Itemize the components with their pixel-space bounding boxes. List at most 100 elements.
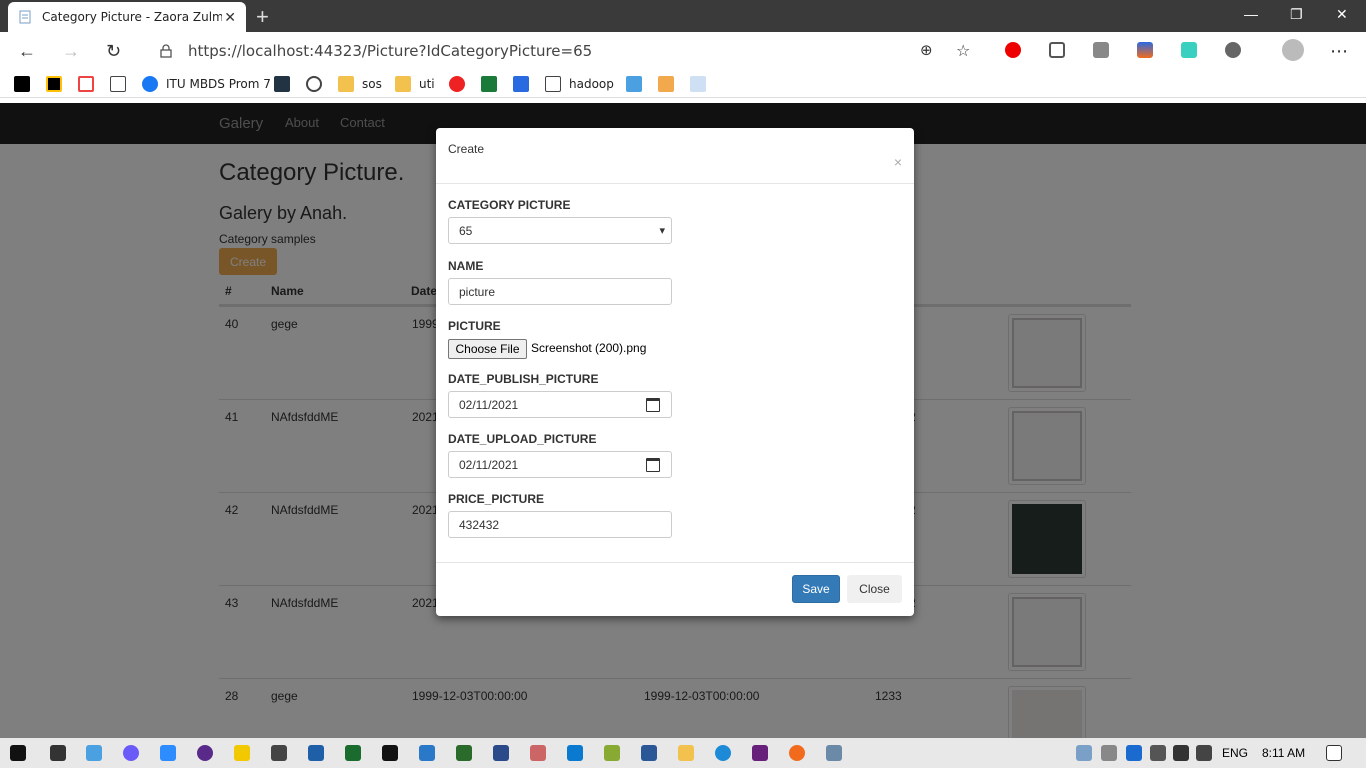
modal-title: Create <box>448 142 485 156</box>
windows-start-icon[interactable] <box>10 745 26 761</box>
name-input[interactable]: picture <box>448 278 672 305</box>
calendar-icon[interactable] <box>646 458 660 472</box>
file-explorer-icon[interactable] <box>678 745 694 761</box>
taskbar-app-icon[interactable] <box>789 745 805 761</box>
tab-close-icon[interactable]: ✕ <box>224 9 236 26</box>
category-picture-label: CATEGORY PICTURE <box>448 198 571 212</box>
taskbar-app-icon[interactable] <box>234 745 250 761</box>
modal-footer-divider <box>436 562 914 563</box>
extension-icon[interactable] <box>1049 42 1065 58</box>
taskbar-app-icon[interactable] <box>345 745 361 761</box>
bookmark-doc[interactable] <box>690 76 714 92</box>
price-value: 432432 <box>459 517 500 532</box>
category-picture-select[interactable]: 65 ▾ <box>448 217 672 244</box>
date-upload-input[interactable]: 02/11/2021 <box>448 451 672 478</box>
bookmark-hadoop[interactable]: hadoop <box>545 76 614 92</box>
bookmark-dev[interactable] <box>14 76 38 92</box>
language-indicator[interactable]: ENG <box>1222 746 1248 760</box>
menu-icon[interactable]: ⋯ <box>1330 41 1348 62</box>
volume-icon[interactable] <box>1196 745 1212 761</box>
save-button[interactable]: Save <box>792 575 840 603</box>
restore-icon[interactable]: ❐ <box>1290 6 1303 23</box>
calendar-icon[interactable] <box>646 398 660 412</box>
messenger-icon[interactable] <box>123 745 139 761</box>
price-input[interactable]: 432432 <box>448 511 672 538</box>
battery-icon[interactable] <box>1173 745 1189 761</box>
bookmark-t[interactable] <box>626 76 650 92</box>
window-close-icon[interactable]: ✕ <box>1336 6 1348 23</box>
calculator-icon[interactable] <box>271 745 287 761</box>
bookmark-b[interactable] <box>449 76 473 92</box>
date-publish-value: 02/11/2021 <box>459 397 519 412</box>
bookmark-sos[interactable]: sos <box>338 76 382 92</box>
new-tab-icon[interactable]: + <box>256 4 269 30</box>
taskbar-app-icon[interactable] <box>50 745 66 761</box>
taskbar-app-icon[interactable] <box>530 745 546 761</box>
browser-tab[interactable]: Category Picture - Zaora Zulmiar ✕ <box>8 2 246 32</box>
extension-icon[interactable] <box>1005 42 1021 58</box>
taskbar-app-icon[interactable] <box>826 745 842 761</box>
favorite-icon[interactable]: ☆ <box>956 41 970 61</box>
price-label: PRICE_PICTURE <box>448 492 545 506</box>
bookmark-uti[interactable]: uti <box>395 76 435 92</box>
taskbar-app-icon[interactable] <box>197 745 213 761</box>
tray-icon[interactable] <box>1076 745 1092 761</box>
word-icon[interactable] <box>641 745 657 761</box>
close-button[interactable]: Close <box>847 575 902 603</box>
url-bar[interactable]: https://localhost:44323/Picture?IdCatego… <box>146 36 986 66</box>
bookmark-x[interactable] <box>513 76 537 92</box>
bookmark-g[interactable] <box>46 76 70 92</box>
taskbar-app-icon[interactable] <box>456 745 472 761</box>
browser-titlebar: Category Picture - Zaora Zulmiar ✕ + — ❐… <box>0 0 1366 32</box>
file-name: Screenshot (200).png <box>531 341 647 355</box>
name-label: NAME <box>448 259 484 273</box>
choose-file-button[interactable]: Choose File <box>448 339 527 359</box>
name-value: picture <box>459 284 496 299</box>
tray-icon[interactable] <box>1101 745 1117 761</box>
taskbar-app-icon[interactable] <box>419 745 435 761</box>
modal-header: Create × <box>436 128 914 184</box>
url-text: https://localhost:44323/Picture?IdCatego… <box>188 42 593 60</box>
close-icon[interactable]: × <box>894 154 902 170</box>
date-upload-value: 02/11/2021 <box>459 457 519 472</box>
bookmark-itu[interactable]: ITU MBDS Prom 7 <box>142 76 271 92</box>
edge-icon[interactable] <box>715 745 731 761</box>
minimize-icon[interactable]: — <box>1244 6 1258 22</box>
zoom-app-icon[interactable] <box>160 745 176 761</box>
refresh-icon[interactable]: ↻ <box>106 41 121 62</box>
forward-icon[interactable]: → <box>62 41 80 62</box>
chevron-down-icon: ▾ <box>659 225 665 237</box>
vscode-icon[interactable] <box>567 745 583 761</box>
bookmark-u[interactable] <box>78 76 102 92</box>
notifications-icon[interactable] <box>1326 745 1342 761</box>
create-modal: Create × CATEGORY PICTURE 65 ▾ NAME pict… <box>436 128 914 616</box>
date-publish-label: DATE_PUBLISH_PICTURE <box>448 372 599 386</box>
taskbar-app-icon[interactable] <box>604 745 620 761</box>
taskbar-app-icon[interactable] <box>86 745 102 761</box>
extension-icon[interactable] <box>1225 42 1241 58</box>
category-picture-value: 65 <box>459 223 473 238</box>
profile-avatar[interactable] <box>1282 39 1304 61</box>
visual-studio-icon[interactable] <box>752 745 768 761</box>
powershell-icon[interactable] <box>308 745 324 761</box>
bookmark-settings[interactable] <box>306 76 330 92</box>
clock[interactable]: 8:11 AM <box>1262 746 1305 760</box>
bookmark-l[interactable] <box>274 76 298 92</box>
taskbar: ENG 8:11 AM <box>0 738 1366 768</box>
date-publish-input[interactable]: 02/11/2021 <box>448 391 672 418</box>
date-upload-label: DATE_UPLOAD_PICTURE <box>448 432 597 446</box>
page-icon <box>19 10 31 24</box>
wifi-icon[interactable] <box>1150 745 1166 761</box>
bookmark-page[interactable] <box>110 76 134 92</box>
back-icon[interactable]: ← <box>18 41 36 62</box>
extension-icon[interactable] <box>1137 42 1153 58</box>
bluetooth-icon[interactable] <box>1126 745 1142 761</box>
zoom-icon[interactable]: ⊕ <box>920 41 933 59</box>
picture-label: PICTURE <box>448 319 501 333</box>
virtualbox-icon[interactable] <box>493 745 509 761</box>
bookmark-m[interactable] <box>481 76 505 92</box>
extension-icon[interactable] <box>1093 42 1109 58</box>
extension-icon[interactable] <box>1181 42 1197 58</box>
terminal-icon[interactable] <box>382 745 398 761</box>
bookmark-pencil[interactable] <box>658 76 682 92</box>
